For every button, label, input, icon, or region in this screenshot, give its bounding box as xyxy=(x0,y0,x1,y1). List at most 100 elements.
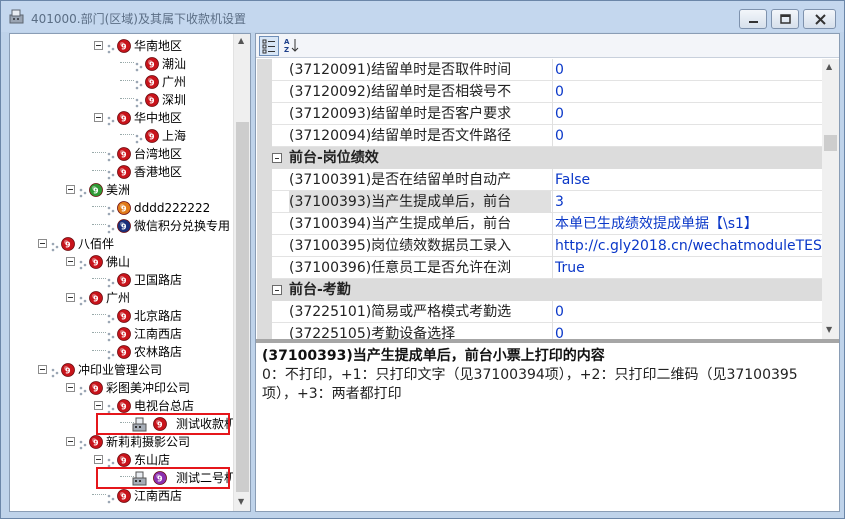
tree-item-label: 江南西店 xyxy=(134,327,183,341)
scroll-down-icon[interactable]: ▼ xyxy=(238,497,244,506)
minimize-button[interactable] xyxy=(739,9,767,29)
grid-scroll-thumb[interactable] xyxy=(824,135,837,151)
property-value[interactable]: 本单已生成绩效提成单据【\s1】 xyxy=(555,213,822,235)
property-row[interactable]: (37120093)结留单时是否客户要求 0 xyxy=(272,103,822,125)
collapse-toggle-icon[interactable] xyxy=(38,239,47,248)
tree-item[interactable]: 9 微信积分兑换专用 xyxy=(10,217,236,235)
collapse-toggle-icon[interactable] xyxy=(66,293,75,302)
tree-item[interactable]: 9 华中地区 xyxy=(10,109,236,127)
property-row[interactable]: (37100391)是否在结留单时自动产 False xyxy=(272,169,822,191)
property-name: (37120091)结留单时是否取件时间 xyxy=(289,62,512,78)
svg-text:9: 9 xyxy=(121,223,127,232)
tree-item[interactable]: 9 广州 xyxy=(10,73,236,91)
tree-item[interactable]: 9 dddd222222 xyxy=(10,199,236,217)
property-value[interactable]: 0 xyxy=(555,59,822,81)
department-icon: 9 xyxy=(116,326,132,342)
column-divider[interactable] xyxy=(552,257,553,279)
tree-item[interactable]: 9 农林路店 xyxy=(10,343,236,361)
categorized-view-button[interactable] xyxy=(259,36,279,56)
column-divider[interactable] xyxy=(552,191,553,213)
tree-item[interactable]: 9 北京路店 xyxy=(10,307,236,325)
tree-item[interactable]: 9 华南地区 xyxy=(10,37,236,55)
alphabetical-sort-button[interactable]: A Z xyxy=(282,36,302,56)
tree-scroll-thumb[interactable] xyxy=(236,122,249,492)
column-divider[interactable] xyxy=(552,235,553,257)
column-divider[interactable] xyxy=(552,103,553,125)
tree-item[interactable]: 9 佛山 xyxy=(10,253,236,271)
property-value[interactable]: 0 xyxy=(555,103,822,125)
property-row[interactable]: (37120092)结留单时是否相袋号不 0 xyxy=(272,81,822,103)
scroll-up-icon[interactable]: ▲ xyxy=(238,36,244,45)
tree-item[interactable]: 9 潮汕 xyxy=(10,55,236,73)
property-value[interactable]: False xyxy=(555,169,822,191)
property-value[interactable]: http://c.gly2018.cn/wechatmoduleTEST/m xyxy=(555,235,822,257)
collapse-toggle-icon[interactable] xyxy=(38,365,47,374)
property-value[interactable]: 0 xyxy=(555,81,822,103)
collapse-toggle-icon[interactable] xyxy=(94,401,103,410)
column-divider[interactable] xyxy=(552,213,553,235)
collapse-toggle-icon[interactable] xyxy=(66,437,75,446)
property-row[interactable]: (37120091)结留单时是否取件时间 0 xyxy=(272,59,822,81)
description-body: 0：不打印，+1：只打印文字（见37100394项），+2：只打印二维码（见37… xyxy=(262,367,798,402)
tree-item[interactable]: 9 美洲 xyxy=(10,181,236,199)
collapse-toggle-icon[interactable] xyxy=(66,185,75,194)
column-divider[interactable] xyxy=(552,323,553,339)
collapse-toggle-icon[interactable] xyxy=(94,455,103,464)
tree-item[interactable]: 9 江南西店 xyxy=(10,487,236,505)
property-value[interactable]: 0 xyxy=(555,301,822,323)
department-tree[interactable]: 9 华南地区 9 潮汕 9 广州 9 深圳 9 华中地区 9 上海 9 台湾地区 9 香港地区 9 美洲 9 dddd… xyxy=(9,33,251,512)
tree-item[interactable]: 9 卫国路店 xyxy=(10,271,236,289)
tree-connector xyxy=(92,152,106,153)
tree-item-label: 佛山 xyxy=(106,255,131,269)
tree-item-label: 华中地区 xyxy=(134,111,183,125)
column-divider[interactable] xyxy=(552,59,553,81)
tree-item[interactable]: 9 彩图美冲印公司 xyxy=(10,379,236,397)
property-value[interactable]: True xyxy=(555,257,822,279)
column-divider[interactable] xyxy=(552,81,553,103)
property-value[interactable]: 0 xyxy=(555,323,822,339)
tree-vertical-scrollbar[interactable]: ▲ ▼ xyxy=(233,34,250,511)
property-category[interactable]: 前台-岗位绩效 xyxy=(257,147,822,169)
collapse-toggle-icon[interactable] xyxy=(66,383,75,392)
tree-item[interactable]: 9 新莉莉摄影公司 xyxy=(10,433,236,451)
property-row[interactable]: (37120094)结留单时是否文件路径 0 xyxy=(272,125,822,147)
svg-text:9: 9 xyxy=(121,457,127,466)
tree-item[interactable]: 9 八佰伴 xyxy=(10,235,236,253)
tree-item[interactable]: 9 广州 xyxy=(10,289,236,307)
collapse-toggle-icon[interactable] xyxy=(272,153,282,163)
close-button[interactable] xyxy=(803,9,836,29)
property-row[interactable]: (37225101)简易或严格模式考勤选 0 xyxy=(272,301,822,323)
tree-item[interactable]: 9 江南西店 xyxy=(10,325,236,343)
title-bar[interactable]: 401000.部门(区域)及其属下收款机设置 xyxy=(1,1,844,32)
property-grid[interactable]: (37120091)结留单时是否取件时间 0 (37120092)结留单时是否相袋号… xyxy=(256,59,822,339)
collapse-toggle-icon[interactable] xyxy=(94,113,103,122)
scroll-up-icon[interactable]: ▲ xyxy=(826,62,832,71)
collapse-toggle-icon[interactable] xyxy=(272,285,282,295)
scroll-down-icon[interactable]: ▼ xyxy=(826,325,832,334)
column-divider[interactable] xyxy=(552,301,553,323)
property-row[interactable]: (37100393)当产生提成单后，前台 3 xyxy=(272,191,822,213)
tree-item-label: 北京路店 xyxy=(134,309,183,323)
property-row[interactable]: (37100395)岗位绩效数据员工录入 http://c.gly2018.cn/… xyxy=(272,235,822,257)
property-value[interactable]: 0 xyxy=(555,125,822,147)
property-value[interactable]: 3 xyxy=(555,191,822,213)
property-row[interactable]: (37100394)当产生提成单后，前台 本单已生成绩效提成单据【\s1】 xyxy=(272,213,822,235)
grid-vertical-scrollbar[interactable]: ▲ ▼ xyxy=(822,59,839,339)
property-row[interactable]: (37225105)考勤设备选择 0 xyxy=(272,323,822,339)
tree-item[interactable]: 9 冲印业管理公司 xyxy=(10,361,236,379)
column-divider[interactable] xyxy=(552,125,553,147)
column-divider[interactable] xyxy=(552,169,553,191)
tree-item[interactable]: 9 台湾地区 xyxy=(10,145,236,163)
property-toolbar: A Z xyxy=(256,34,839,58)
property-category[interactable]: 前台-考勤 xyxy=(257,279,822,301)
maximize-button[interactable] xyxy=(771,9,799,29)
tree-item[interactable]: 9 上海 xyxy=(10,127,236,145)
collapse-toggle-icon[interactable] xyxy=(66,257,75,266)
tree-item[interactable]: 9 深圳 xyxy=(10,91,236,109)
collapse-toggle-icon[interactable] xyxy=(94,41,103,50)
selection-highlight xyxy=(96,467,230,489)
svg-text:9: 9 xyxy=(121,277,127,286)
property-row[interactable]: (37100396)任意员工是否允许在浏 True xyxy=(272,257,822,279)
minimize-icon xyxy=(749,21,758,23)
tree-item[interactable]: 9 香港地区 xyxy=(10,163,236,181)
